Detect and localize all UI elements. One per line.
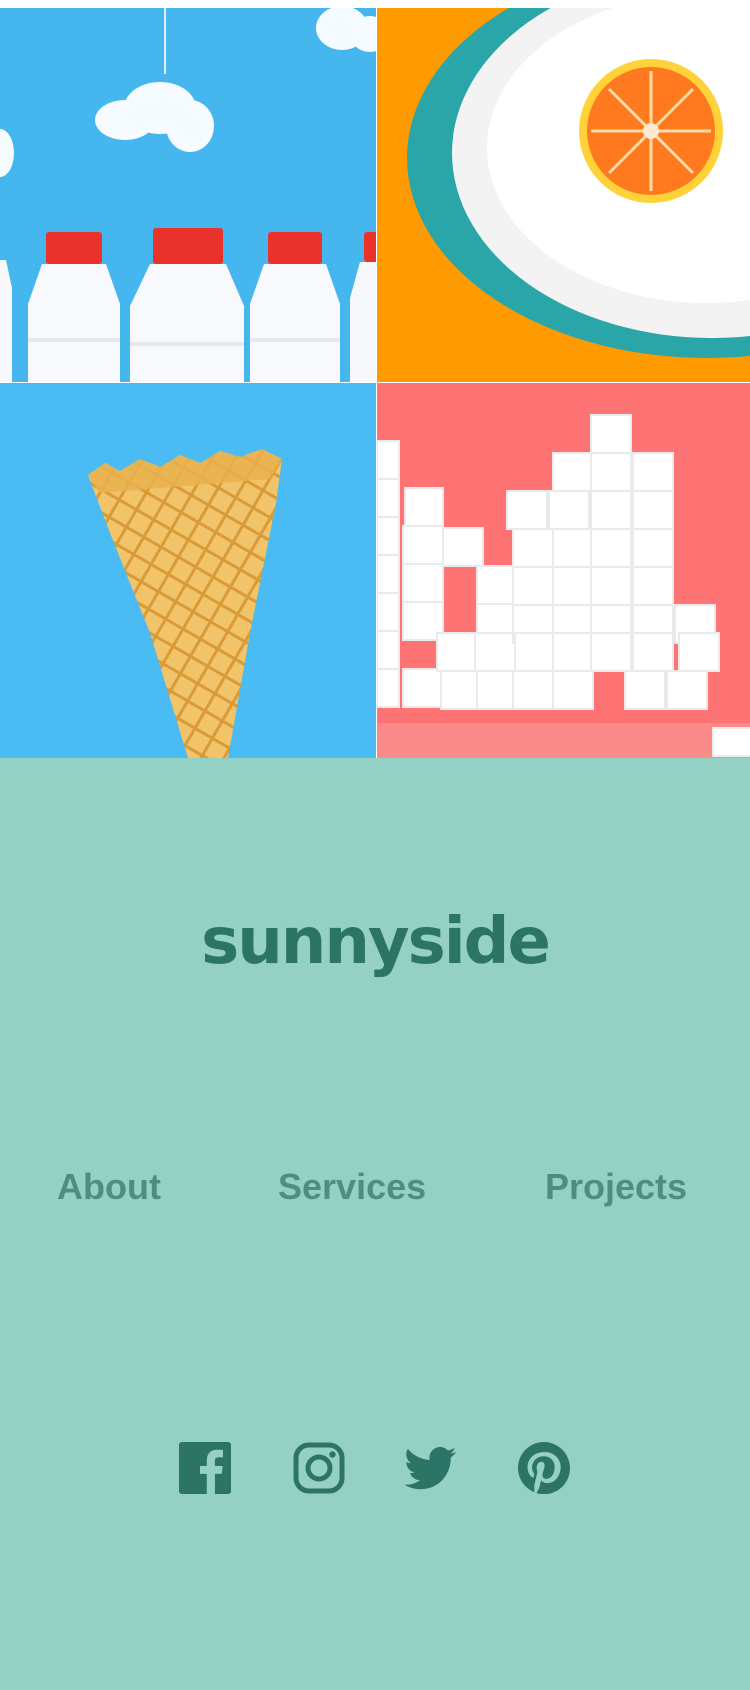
gallery-image-milk-bottles (0, 8, 376, 382)
twitter-link[interactable] (405, 1442, 457, 1494)
footer-nav-projects[interactable]: Projects (545, 1162, 687, 1212)
footer-nav-about[interactable]: About (57, 1162, 161, 1212)
instagram-link[interactable] (293, 1442, 345, 1494)
pinterest-icon (518, 1442, 570, 1494)
image-gallery (0, 8, 750, 758)
site-footer: sunnyside About Services Projects (0, 758, 750, 1690)
gallery-image-sugar-cubes (377, 383, 750, 758)
footer-nav-services[interactable]: Services (278, 1162, 426, 1212)
instagram-icon (293, 1442, 345, 1494)
twitter-icon (405, 1446, 457, 1490)
facebook-icon (179, 1442, 231, 1494)
page: sunnyside About Services Projects (0, 0, 750, 1690)
gallery-image-orange-on-plate (377, 8, 750, 382)
pinterest-link[interactable] (518, 1442, 570, 1494)
social-links (0, 1442, 750, 1494)
footer-nav: About Services Projects (0, 1162, 750, 1212)
gallery-image-ice-cream-cone (0, 383, 376, 758)
facebook-link[interactable] (179, 1442, 231, 1494)
footer-logo[interactable]: sunnyside (0, 910, 750, 974)
